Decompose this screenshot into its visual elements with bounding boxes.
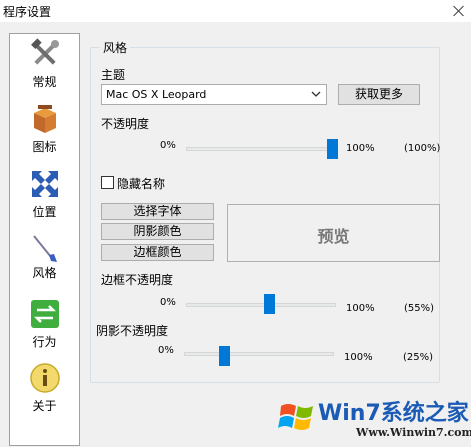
theme-select-value: Mac OS X Leopard [106, 88, 207, 101]
shadow-opacity-value: (25%) [403, 352, 434, 363]
brush-icon [33, 235, 57, 262]
sidebar-item-label: 图标 [32, 140, 57, 154]
sidebar-item-label: 关于 [32, 399, 57, 413]
border-opacity-min: 0% [160, 297, 176, 308]
border-opacity-label: 边框不透明度 [101, 273, 174, 287]
sidebar-item-label: 常规 [32, 75, 57, 89]
sidebar-item-style[interactable]: 风格 [10, 233, 79, 295]
shadow-opacity-min: 0% [158, 345, 174, 356]
shadow-opacity-slider-track [184, 352, 334, 356]
sidebar-item-icons[interactable]: 图标 [10, 103, 79, 165]
opacity-min: 0% [160, 140, 176, 151]
sidebar-item-behavior[interactable]: 行为 [10, 298, 79, 360]
arrows-icon [32, 171, 58, 197]
shadow-color-button[interactable]: 阴影颜色 [101, 223, 214, 240]
border-opacity-value: (55%) [404, 303, 435, 314]
sidebar-item-label: 行为 [32, 335, 57, 349]
watermark: Win7系统之家 Www.Winwin7.com [272, 392, 471, 447]
chevron-down-icon [311, 91, 321, 97]
hide-names-checkbox[interactable] [101, 176, 114, 189]
select-font-button[interactable]: 选择字体 [101, 203, 214, 220]
theme-label: 主题 [101, 68, 126, 82]
exchange-icon [31, 300, 59, 328]
border-color-button[interactable]: 边框颜色 [101, 244, 214, 261]
border-opacity-slider[interactable] [263, 294, 275, 314]
preview-box: 预览 [227, 204, 440, 262]
hide-names-label: 隐藏名称 [117, 177, 166, 191]
sidebar-item-label: 位置 [32, 205, 57, 219]
theme-select[interactable]: Mac OS X Leopard [101, 84, 327, 105]
watermark-url: Www.Winwin7.com [356, 426, 471, 439]
group-title: 风格 [100, 39, 131, 56]
close-icon[interactable] [451, 3, 467, 19]
opacity-max: 100% [346, 143, 375, 154]
box-icon [34, 105, 56, 133]
title-bar: 程序设置 [0, 0, 471, 22]
opacity-slider-track [186, 147, 336, 151]
sidebar-item-general[interactable]: 常规 [10, 38, 79, 100]
sidebar-item-label: 风格 [32, 266, 57, 280]
tools-icon [31, 38, 59, 65]
sidebar-item-position[interactable]: 位置 [10, 168, 79, 230]
shadow-opacity-max: 100% [344, 352, 373, 363]
window-title: 程序设置 [3, 5, 52, 19]
opacity-value: (100%) [404, 143, 441, 154]
sidebar-item-about[interactable]: 关于 [10, 362, 79, 424]
border-opacity-max: 100% [346, 303, 375, 314]
get-more-button[interactable]: 获取更多 [338, 84, 420, 105]
opacity-slider[interactable] [327, 139, 338, 159]
sidebar: 常规 图标 位置 风格 行为 关于 [9, 33, 80, 446]
windows-logo-icon [278, 404, 313, 430]
shadow-opacity-label: 阴影不透明度 [96, 324, 169, 338]
shadow-opacity-slider[interactable] [219, 346, 231, 366]
opacity-label: 不透明度 [101, 117, 150, 131]
preview-text: 预览 [317, 227, 350, 246]
watermark-brand: Win7系统之家 [318, 401, 469, 426]
info-icon [30, 363, 60, 393]
border-opacity-slider-track [186, 303, 336, 307]
